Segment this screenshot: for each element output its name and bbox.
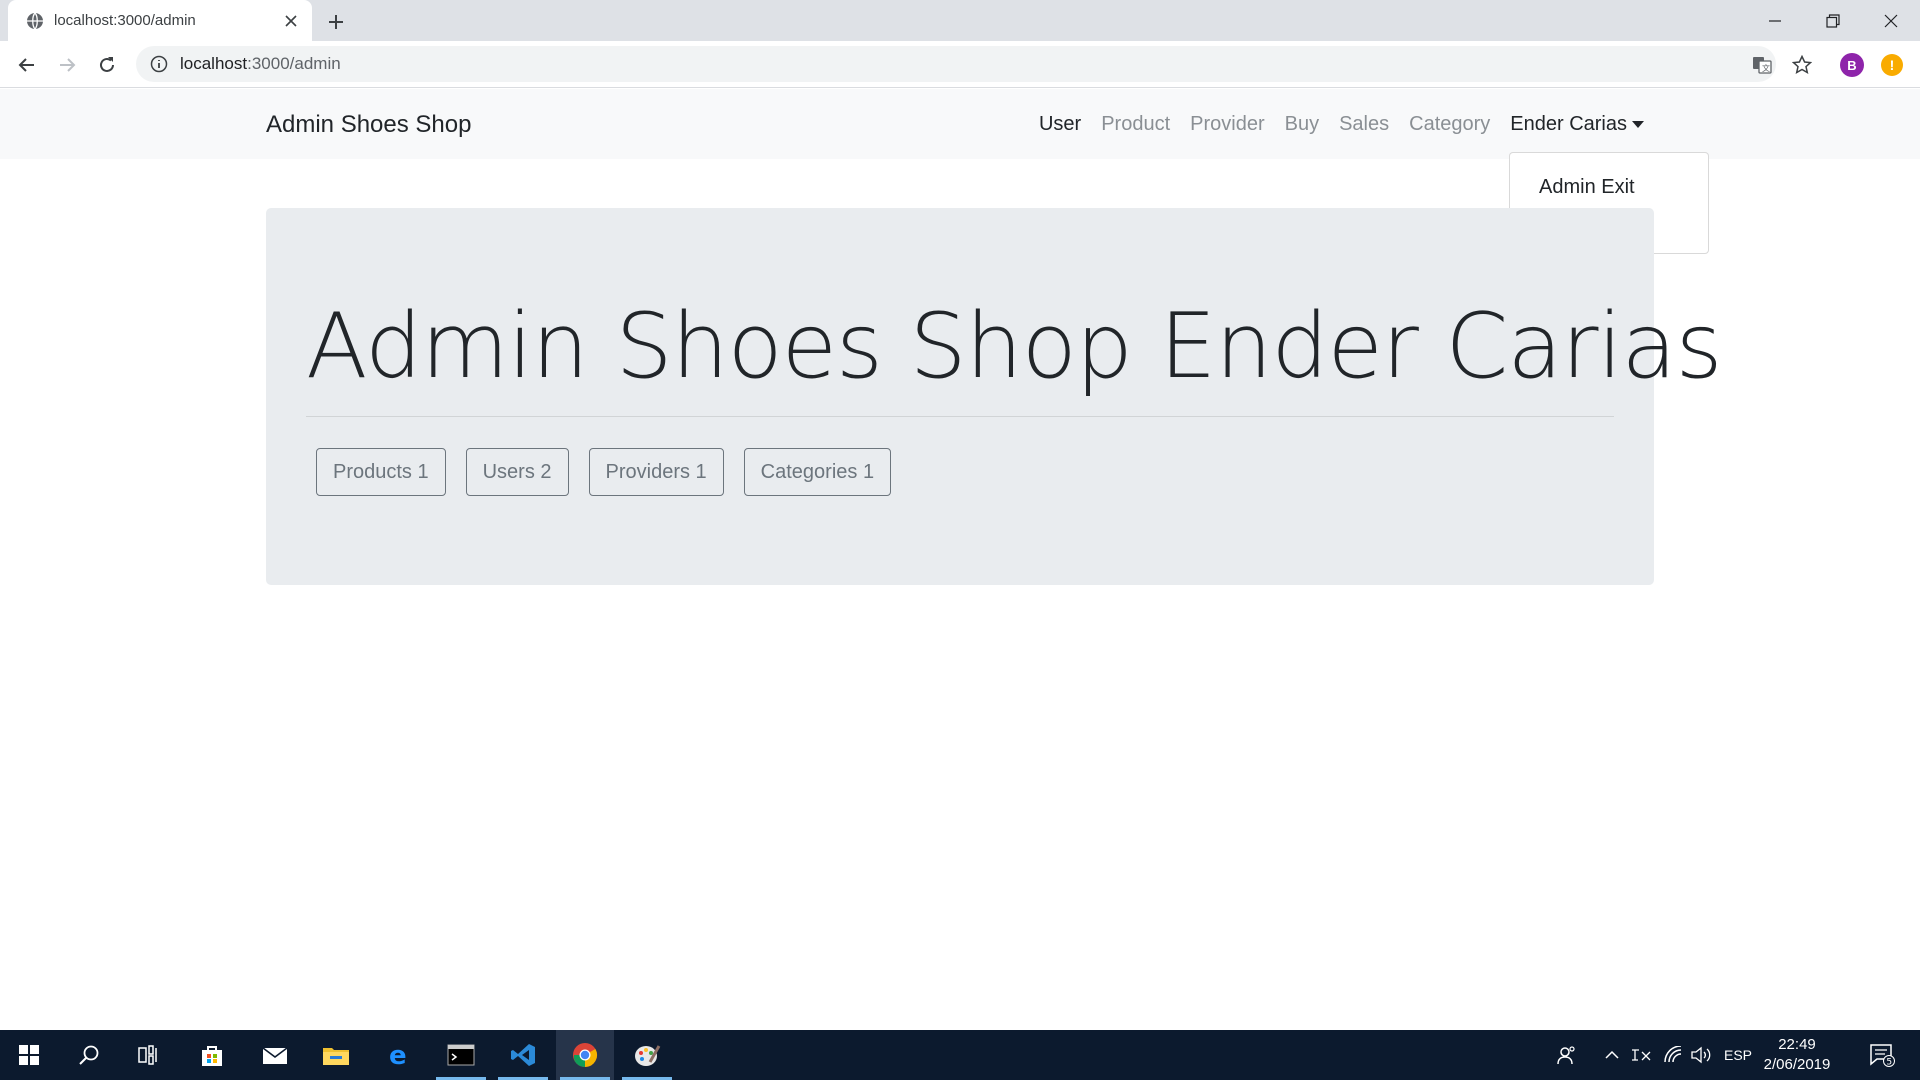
search-icon[interactable] bbox=[60, 1030, 118, 1080]
reload-icon[interactable] bbox=[91, 49, 123, 81]
clock-time: 22:49 bbox=[1778, 1036, 1816, 1053]
forward-icon[interactable] bbox=[51, 49, 83, 81]
stats-buttons: Products 1 Users 2 Providers 1 Categorie… bbox=[316, 448, 911, 496]
clock-date: 2/06/2019 bbox=[1763, 1056, 1831, 1073]
url-host: localhost bbox=[180, 54, 248, 73]
action-center-icon[interactable]: 5 bbox=[1862, 1030, 1902, 1080]
restore-icon[interactable] bbox=[1804, 0, 1862, 41]
nav-link-category[interactable]: Category bbox=[1409, 113, 1490, 136]
edge-icon[interactable]: e bbox=[370, 1030, 428, 1080]
bookmark-star-icon[interactable] bbox=[1786, 49, 1818, 81]
tab-title: localhost:3000/admin bbox=[54, 12, 196, 29]
site-navbar: Admin Shoes Shop User Product Provider B… bbox=[0, 89, 1920, 159]
page-title: Admin Shoes Shop Ender Carias bbox=[306, 294, 1723, 399]
new-tab-icon[interactable] bbox=[322, 8, 350, 36]
volume-icon[interactable] bbox=[1688, 1030, 1714, 1080]
close-window-icon[interactable] bbox=[1862, 0, 1920, 41]
browser-toolbar: localhost:3000/admin 文 B ! bbox=[0, 41, 1920, 88]
chrome-icon[interactable] bbox=[556, 1030, 614, 1080]
minimize-icon[interactable] bbox=[1746, 0, 1804, 41]
svg-text:e: e bbox=[389, 1042, 407, 1068]
back-icon[interactable] bbox=[11, 49, 43, 81]
caret-down-icon bbox=[1632, 121, 1644, 128]
chevron-up-icon[interactable] bbox=[1600, 1030, 1624, 1080]
nav-link-user[interactable]: User bbox=[1039, 113, 1081, 136]
profile-avatar[interactable]: B bbox=[1836, 49, 1868, 81]
jumbotron: Admin Shoes Shop Ender Carias Products 1… bbox=[266, 208, 1723, 585]
mail-icon[interactable] bbox=[246, 1030, 304, 1080]
alert-glyph: ! bbox=[1881, 54, 1903, 76]
info-icon[interactable] bbox=[150, 55, 168, 73]
window-controls bbox=[1746, 0, 1920, 41]
clock[interactable]: 22:49 2/06/2019 bbox=[1752, 1035, 1842, 1075]
user-menu-label: Ender Carias bbox=[1510, 113, 1627, 135]
address-bar[interactable]: localhost:3000/admin bbox=[136, 46, 1776, 82]
svg-text:文: 文 bbox=[1762, 63, 1770, 73]
browser-tab[interactable]: localhost:3000/admin bbox=[8, 0, 312, 41]
browser-tabstrip: localhost:3000/admin bbox=[0, 0, 1920, 41]
navbar-brand[interactable]: Admin Shoes Shop bbox=[266, 111, 471, 139]
profile-initial: B bbox=[1840, 53, 1864, 77]
windows-start-icon[interactable] bbox=[0, 1030, 58, 1080]
nav-link-buy[interactable]: Buy bbox=[1285, 113, 1319, 136]
people-icon[interactable] bbox=[1553, 1030, 1581, 1080]
nav-links: User Product Provider Buy Sales Category… bbox=[1019, 113, 1644, 136]
globe-icon bbox=[27, 12, 43, 29]
users-count-button[interactable]: Users 2 bbox=[465, 448, 569, 496]
store-icon[interactable] bbox=[183, 1030, 241, 1080]
wifi-icon[interactable] bbox=[1660, 1030, 1686, 1080]
nav-link-product[interactable]: Product bbox=[1101, 113, 1170, 136]
products-count-button[interactable]: Products 1 bbox=[316, 448, 446, 496]
address-url: localhost:3000/admin bbox=[180, 54, 341, 74]
providers-count-button[interactable]: Providers 1 bbox=[588, 448, 724, 496]
ime-icon[interactable] bbox=[1628, 1030, 1654, 1080]
file-explorer-icon[interactable] bbox=[307, 1030, 365, 1080]
notification-count: 5 bbox=[1886, 1058, 1892, 1068]
nav-link-provider[interactable]: Provider bbox=[1190, 113, 1264, 136]
user-menu-toggle[interactable]: Ender Carias bbox=[1510, 113, 1644, 136]
vscode-icon[interactable] bbox=[494, 1030, 552, 1080]
categories-count-button[interactable]: Categories 1 bbox=[743, 448, 892, 496]
paint-icon[interactable] bbox=[618, 1030, 676, 1080]
language-indicator[interactable]: ESP bbox=[1720, 1030, 1756, 1080]
tab-close-icon[interactable] bbox=[282, 12, 300, 30]
dropdown-item-admin-exit[interactable]: Admin Exit bbox=[1510, 167, 1708, 207]
url-path: :3000/admin bbox=[247, 54, 341, 73]
nav-link-sales[interactable]: Sales bbox=[1339, 113, 1389, 136]
divider bbox=[306, 416, 1614, 417]
translate-icon[interactable]: 文 bbox=[1746, 49, 1778, 81]
terminal-icon[interactable] bbox=[432, 1030, 490, 1080]
windows-taskbar: e ESP 22:49 2/06/2019 5 bbox=[0, 1030, 1920, 1080]
update-alert-icon[interactable]: ! bbox=[1876, 49, 1908, 81]
task-view-icon[interactable] bbox=[120, 1030, 178, 1080]
